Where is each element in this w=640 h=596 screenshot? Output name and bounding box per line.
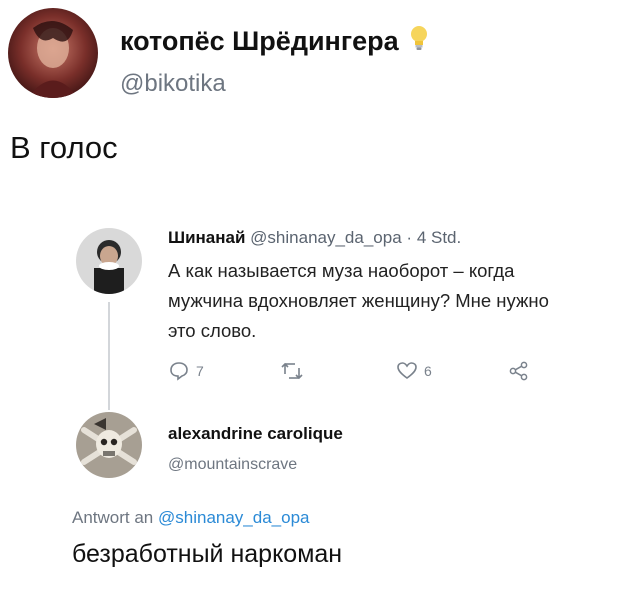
reply-icon xyxy=(168,360,190,382)
quoted-author-name[interactable]: Шинанай xyxy=(168,228,245,247)
outer-tweet-header: котопёс Шрёдингера @bikotika xyxy=(8,8,628,98)
reply-author-name[interactable]: alexandrine carolique xyxy=(168,424,343,444)
quoted-screenshot: Шинанай @shinanay_da_opa · 4 Std. А как … xyxy=(70,210,580,580)
share-icon xyxy=(508,360,530,382)
like-count: 6 xyxy=(424,363,432,379)
action-bar: 7 6 xyxy=(168,360,558,386)
display-name[interactable]: котопёс Шрёдингера xyxy=(120,24,428,59)
reply-author-avatar[interactable] xyxy=(76,412,142,478)
tweet-age[interactable]: 4 Std. xyxy=(417,228,461,247)
quoted-author-meta: Шинанай @shinanay_da_opa · 4 Std. xyxy=(168,228,461,248)
avatar[interactable] xyxy=(8,8,98,98)
quoted-tweet-text: А как называется муза наоборот – когда м… xyxy=(168,260,549,341)
replying-to: Antwort an @shinanay_da_opa xyxy=(72,508,310,528)
quoted-author-avatar[interactable] xyxy=(76,228,142,294)
like-button[interactable]: 6 xyxy=(396,360,432,382)
reply-count: 7 xyxy=(196,363,204,379)
meta-separator: · xyxy=(406,228,413,247)
share-button[interactable] xyxy=(508,360,530,382)
handle[interactable]: @bikotika xyxy=(120,70,226,98)
reply-button[interactable]: 7 xyxy=(168,360,204,382)
replying-to-prefix: Antwort an xyxy=(72,508,154,527)
reply-text: безработный наркоман xyxy=(72,540,343,568)
quoted-author-handle[interactable]: @shinanay_da_opa xyxy=(250,228,402,247)
thread-line xyxy=(108,302,110,410)
light-bulb-icon xyxy=(410,24,428,59)
retweet-icon xyxy=(280,360,304,382)
reply-author-handle[interactable]: @mountainscrave xyxy=(168,456,297,474)
tweet-text: В голос xyxy=(10,130,118,165)
replying-to-mention[interactable]: @shinanay_da_opa xyxy=(158,508,310,527)
heart-icon xyxy=(396,360,418,382)
retweet-button[interactable] xyxy=(280,360,310,382)
display-name-text: котопёс Шрёдингера xyxy=(120,26,399,56)
